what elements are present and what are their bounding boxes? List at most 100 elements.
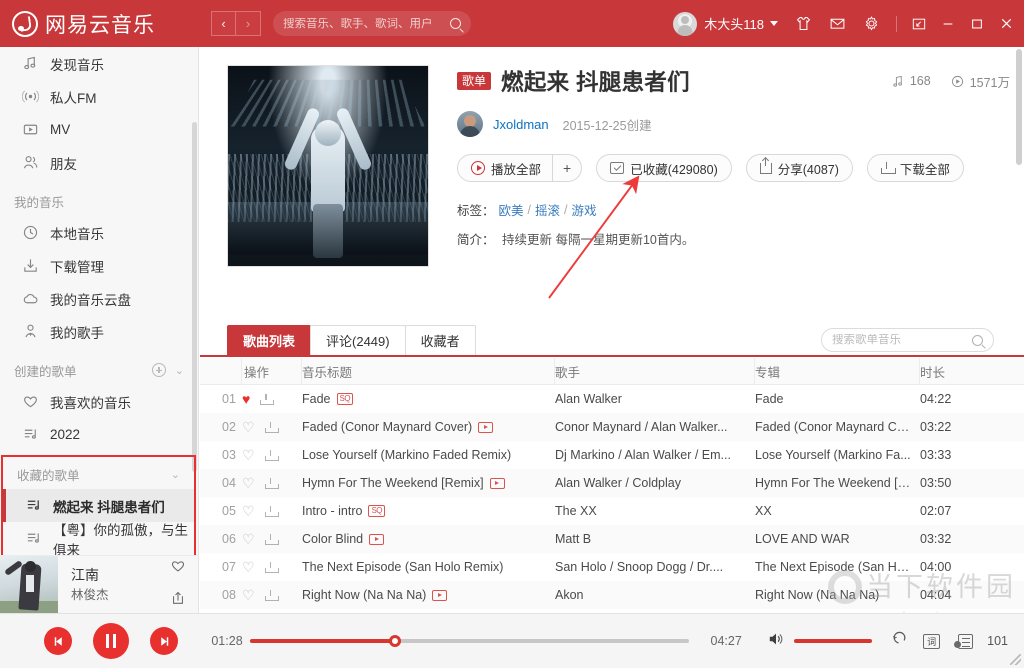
mini-window-button[interactable]: [912, 17, 926, 31]
repeat-icon[interactable]: [890, 631, 909, 652]
play-pause-button[interactable]: [93, 623, 129, 659]
nav-forward-button[interactable]: ›: [236, 11, 261, 36]
close-button[interactable]: [999, 16, 1014, 31]
volume-icon[interactable]: [767, 631, 785, 652]
tag-link[interactable]: 游戏: [572, 200, 597, 219]
song-album[interactable]: Right Now (Na Na Na): [755, 588, 920, 602]
progress-handle[interactable]: [388, 635, 401, 647]
global-search[interactable]: [273, 11, 471, 36]
like-icon[interactable]: [170, 558, 186, 579]
sidebar-item-cloud-disk[interactable]: 我的音乐云盘: [0, 282, 198, 315]
author-name[interactable]: Jxoldman: [493, 117, 549, 132]
sidebar-item-discover[interactable]: 发现音乐: [0, 47, 198, 80]
volume-slider[interactable]: [794, 639, 873, 643]
sidebar-item-friends[interactable]: 朋友: [0, 146, 198, 179]
minimize-button[interactable]: [941, 17, 955, 31]
song-artist[interactable]: Dj Markino / Alan Walker / Em...: [555, 448, 755, 462]
song-artist[interactable]: Conor Maynard / Alan Walker...: [555, 420, 755, 434]
song-album[interactable]: Faded (Conor Maynard Co...: [755, 420, 920, 434]
sidebar-scrollbar[interactable]: [192, 122, 197, 472]
tag-link[interactable]: 摇滚: [535, 200, 560, 219]
heart-outline-icon[interactable]: ♡: [242, 476, 255, 490]
song-artist[interactable]: Matt B: [555, 532, 755, 546]
song-title-cell[interactable]: Faded (Conor Maynard Cover): [302, 420, 555, 434]
playlist-icon[interactable]: [954, 633, 974, 649]
add-playlist-icon[interactable]: [151, 363, 166, 377]
song-title-cell[interactable]: Intro - intro SQ: [302, 504, 555, 518]
song-artist[interactable]: Akon: [555, 588, 755, 602]
sidebar-item-mv[interactable]: MV: [0, 113, 198, 146]
sidebar-item-playlist-ranqilai[interactable]: 燃起来 抖腿患者们: [2, 489, 194, 522]
nav-back-button[interactable]: ‹: [211, 11, 236, 36]
lyrics-button[interactable]: 词: [923, 633, 941, 649]
tab-comments[interactable]: 评论(2449): [310, 325, 406, 355]
share-icon[interactable]: [170, 590, 186, 611]
song-album[interactable]: XX: [755, 504, 920, 518]
search-icon[interactable]: [972, 334, 983, 346]
download-icon[interactable]: [260, 393, 275, 405]
tag-link[interactable]: 欧美: [499, 200, 524, 219]
download-icon[interactable]: [264, 477, 279, 489]
mv-play-icon[interactable]: [478, 421, 494, 433]
table-row[interactable]: 03 ♡ Lose Yourself (Markino Faded Remix) Dj…: [200, 441, 1024, 469]
song-title-cell[interactable]: Fade SQ: [302, 392, 555, 406]
previous-button[interactable]: [44, 627, 72, 655]
download-icon[interactable]: [264, 589, 279, 601]
share-button[interactable]: 分享(4087): [745, 154, 853, 182]
mv-play-icon[interactable]: [489, 477, 505, 489]
heart-outline-icon[interactable]: ♡: [242, 504, 255, 518]
mail-icon[interactable]: [829, 15, 846, 32]
song-artist[interactable]: San Holo / Snoop Dogg / Dr....: [555, 560, 755, 574]
skin-icon[interactable]: [795, 15, 812, 32]
sidebar-item-local-music[interactable]: 本地音乐: [0, 216, 198, 249]
song-album[interactable]: Hymn For The Weekend [R...: [755, 476, 920, 490]
table-row[interactable]: 04 ♡ Hymn For The Weekend [Remix] Alan Walk…: [200, 469, 1024, 497]
song-artist[interactable]: Alan Walker: [555, 392, 755, 406]
add-to-playlist-button[interactable]: +: [553, 154, 583, 182]
gear-icon[interactable]: [863, 15, 880, 32]
chevron-down-icon[interactable]: ⌄: [171, 468, 180, 481]
song-title-cell[interactable]: Lose Yourself (Markino Faded Remix): [302, 448, 555, 462]
table-row[interactable]: 05 ♡ Intro - intro SQ The XX XX 02:07: [200, 497, 1024, 525]
playlist-search-input[interactable]: [832, 334, 972, 346]
song-album[interactable]: LOVE AND WAR: [755, 532, 920, 546]
table-row[interactable]: 02 ♡ Faded (Conor Maynard Cover) Conor Mayn…: [200, 413, 1024, 441]
sidebar-item-my-singers[interactable]: 我的歌手: [0, 315, 198, 348]
download-icon[interactable]: [264, 561, 279, 573]
table-row[interactable]: 08 ♡ Right Now (Na Na Na) Akon Right Now (Na…: [200, 581, 1024, 609]
download-icon[interactable]: [264, 533, 279, 545]
chevron-down-icon[interactable]: ⌄: [175, 364, 184, 377]
song-artist[interactable]: Alan Walker / Coldplay: [555, 476, 755, 490]
search-icon[interactable]: [450, 18, 461, 29]
app-logo[interactable]: 网易云音乐: [12, 9, 202, 39]
sidebar-item-fm[interactable]: 私人FM: [0, 80, 198, 113]
heart-outline-icon[interactable]: ♡: [242, 560, 255, 574]
sidebar-item-playlist-yue[interactable]: 【粤】你的孤傲，与生俱来: [3, 522, 194, 558]
song-album[interactable]: Fade: [755, 392, 920, 406]
song-title-cell[interactable]: The Next Episode (San Holo Remix): [302, 560, 555, 574]
heart-outline-icon[interactable]: ♡: [242, 588, 255, 602]
avatar[interactable]: [673, 11, 698, 36]
mv-play-icon[interactable]: [369, 533, 385, 545]
tab-collectors[interactable]: 收藏者: [404, 325, 476, 355]
table-row[interactable]: 06 ♡ Color Blind Matt B LOVE AND WAR 03:32: [200, 525, 1024, 553]
author-avatar[interactable]: [457, 111, 483, 137]
mv-play-icon[interactable]: [432, 589, 448, 601]
table-row[interactable]: 07 ♡ The Next Episode (San Holo Remix) San …: [200, 553, 1024, 581]
heart-outline-icon[interactable]: ♡: [242, 420, 255, 434]
volume-control[interactable]: [767, 631, 873, 652]
next-button[interactable]: [150, 627, 178, 655]
search-input[interactable]: [283, 17, 450, 30]
download-icon[interactable]: [264, 421, 279, 433]
maximize-button[interactable]: [970, 17, 984, 31]
sidebar-item-playlist-2022[interactable]: 2022: [0, 418, 198, 451]
song-album[interactable]: Lose Yourself (Markino Fa...: [755, 448, 920, 462]
chevron-down-icon[interactable]: [770, 21, 778, 26]
download-icon[interactable]: [264, 505, 279, 517]
favorite-button[interactable]: 已收藏(429080): [596, 154, 732, 182]
play-all-button[interactable]: 播放全部: [457, 154, 554, 182]
download-all-button[interactable]: 下载全部: [866, 154, 964, 182]
playlist-search[interactable]: [821, 328, 994, 352]
download-icon[interactable]: [264, 449, 279, 461]
song-title-cell[interactable]: Hymn For The Weekend [Remix]: [302, 476, 555, 490]
